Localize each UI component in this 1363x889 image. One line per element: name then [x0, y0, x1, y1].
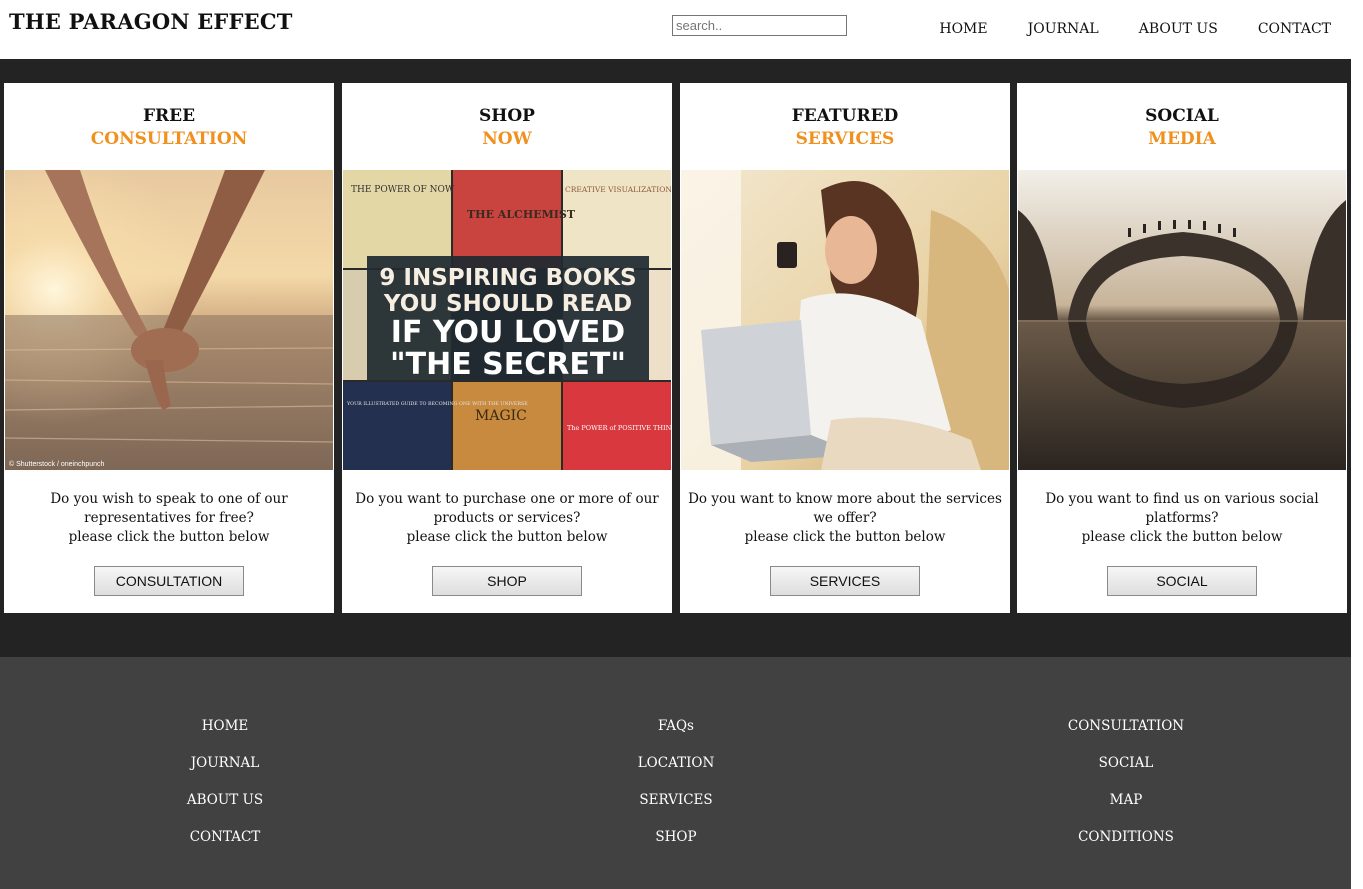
- card-description: Do you want to know more about the servi…: [680, 490, 1010, 547]
- footer-column-2: FAQs LOCATION SERVICES SHOP: [566, 716, 786, 864]
- card-text-line: we offer?: [813, 510, 877, 526]
- card-heading-line2: MEDIA: [1148, 129, 1216, 149]
- main-nav: HOME JOURNAL ABOUT US CONTACT: [899, 21, 1331, 37]
- footer-link-services[interactable]: SERVICES: [566, 790, 786, 827]
- book-title: CREATIVE VISUALIZATION: [565, 185, 671, 194]
- page-right-gutter: [1351, 0, 1363, 889]
- footer-link-location[interactable]: LOCATION: [566, 753, 786, 790]
- card-text-line: Do you want to purchase one or more of o…: [355, 491, 659, 507]
- nav-home[interactable]: HOME: [939, 21, 987, 37]
- card-text-line: please click the button below: [1081, 529, 1283, 545]
- card-heading: SOCIAL MEDIA: [1017, 105, 1347, 151]
- holding-hands-image: © Shutterstock / oneinchpunch: [5, 170, 333, 470]
- card-text-line: platforms?: [1145, 510, 1219, 526]
- footer-column-1: HOME JOURNAL ABOUT US CONTACT: [115, 716, 335, 864]
- card-text-line: please click the button below: [406, 529, 608, 545]
- woman-laptop-image: [681, 170, 1009, 470]
- card-heading-line2: SERVICES: [795, 129, 895, 149]
- footer-link-social[interactable]: SOCIAL: [1016, 753, 1236, 790]
- books-image: THE POWER OF NOW THE ALCHEMIST CREATIVE …: [343, 170, 671, 470]
- footer-link-faqs[interactable]: FAQs: [566, 716, 786, 753]
- social-card: SOCIAL MEDIA Do you want to find us on v…: [1017, 83, 1347, 613]
- card-text-line: Do you wish to speak to one of our: [50, 491, 288, 507]
- footer-link-journal[interactable]: JOURNAL: [115, 753, 335, 790]
- nav-contact[interactable]: CONTACT: [1258, 21, 1331, 37]
- shop-card: SHOP NOW THE POWER OF NOW THE ALCHEMIST …: [342, 83, 672, 613]
- banner-line: 9 INSPIRING BOOKS: [379, 265, 636, 291]
- services-card: FEATURED SERVICES Do you want to know mo…: [680, 83, 1010, 613]
- footer-column-3: CONSULTATION SOCIAL MAP CONDITIONS: [1016, 716, 1236, 864]
- card-description: Do you want to purchase one or more of o…: [342, 490, 672, 547]
- book-title: MAGIC: [475, 408, 527, 424]
- card-heading-line1: SHOP: [479, 106, 535, 126]
- card-heading-line1: SOCIAL: [1145, 106, 1219, 126]
- footer-link-conditions[interactable]: CONDITIONS: [1016, 827, 1236, 864]
- banner-line: YOU SHOULD READ: [383, 291, 632, 317]
- footer-link-contact[interactable]: CONTACT: [115, 827, 335, 864]
- site-footer: HOME JOURNAL ABOUT US CONTACT FAQs LOCAT…: [0, 657, 1351, 889]
- footer-link-shop[interactable]: SHOP: [566, 827, 786, 864]
- site-title[interactable]: THE PARAGON EFFECT: [9, 9, 293, 34]
- book-title: THE POWER OF NOW: [351, 185, 455, 195]
- card-heading-line2: CONSULTATION: [90, 129, 248, 149]
- card-heading: SHOP NOW: [342, 105, 672, 151]
- card-heading-line1: FEATURED: [791, 106, 899, 126]
- footer-link-about-us[interactable]: ABOUT US: [115, 790, 335, 827]
- consultation-card: FREE CONSULTATION © Shutterstock / onein…: [4, 83, 334, 613]
- card-text-line: representatives for free?: [84, 510, 254, 526]
- banner-line: IF YOU LOVED: [391, 315, 625, 350]
- image-credit: © Shutterstock / oneinchpunch: [9, 460, 105, 468]
- footer-link-map[interactable]: MAP: [1016, 790, 1236, 827]
- shop-button[interactable]: SHOP: [432, 566, 582, 596]
- stone-bridge-image: [1018, 170, 1346, 470]
- search-input[interactable]: [672, 15, 847, 36]
- card-heading: FREE CONSULTATION: [4, 105, 334, 151]
- site-header: THE PARAGON EFFECT HOME JOURNAL ABOUT US…: [0, 0, 1351, 59]
- card-description: Do you want to find us on various social…: [1017, 490, 1347, 547]
- card-description: Do you wish to speak to one of our repre…: [4, 490, 334, 547]
- banner-line: "THE SECRET": [390, 347, 626, 382]
- social-button[interactable]: SOCIAL: [1107, 566, 1257, 596]
- card-heading-line2: NOW: [482, 129, 532, 149]
- card-text-line: products or services?: [433, 510, 581, 526]
- card-text-line: please click the button below: [744, 529, 946, 545]
- card-text-line: please click the button below: [68, 529, 270, 545]
- card-text-line: Do you want to know more about the servi…: [688, 491, 1002, 507]
- book-title: YOUR ILLUSTRATED GUIDE TO BECOMING ONE W…: [346, 401, 528, 407]
- card-text-line: Do you want to find us on various social: [1045, 491, 1319, 507]
- consultation-button[interactable]: CONSULTATION: [94, 566, 244, 596]
- footer-link-consultation[interactable]: CONSULTATION: [1016, 716, 1236, 753]
- book-title: The POWER of POSITIVE THINKING: [567, 424, 671, 432]
- book-title: THE ALCHEMIST: [467, 208, 576, 221]
- footer-link-home[interactable]: HOME: [115, 716, 335, 753]
- card-heading-line1: FREE: [142, 106, 196, 126]
- nav-about-us[interactable]: ABOUT US: [1139, 21, 1218, 37]
- nav-journal[interactable]: JOURNAL: [1028, 21, 1099, 37]
- card-heading: FEATURED SERVICES: [680, 105, 1010, 151]
- cards-section: FREE CONSULTATION © Shutterstock / onein…: [0, 59, 1351, 657]
- services-button[interactable]: SERVICES: [770, 566, 920, 596]
